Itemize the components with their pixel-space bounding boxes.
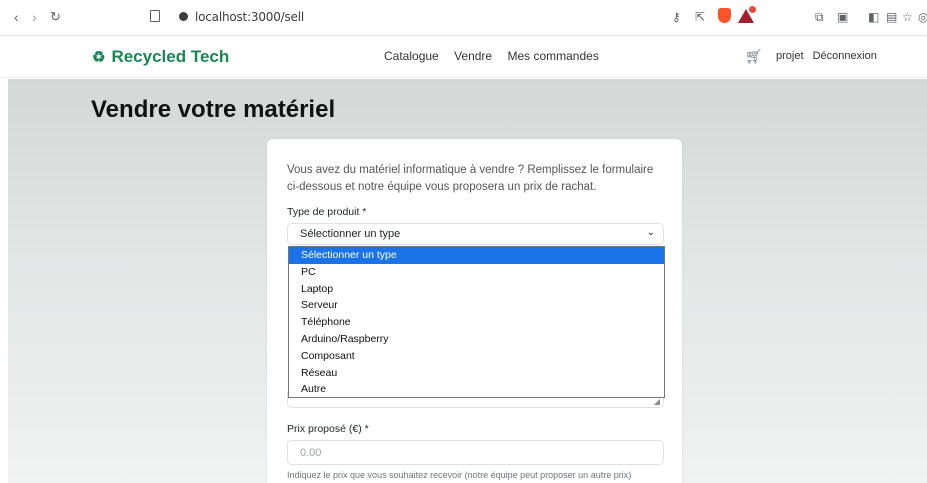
price-label: Prix proposé (€) * [287,423,369,435]
key-icon[interactable]: ⚷ [672,10,681,24]
option-telephone[interactable]: Téléphone [289,314,664,331]
vpn-icon[interactable]: ◎ [918,10,927,24]
brand[interactable]: ♻ Recycled Tech [92,47,229,67]
brand-name: Recycled Tech [111,47,230,66]
product-type-label: Type de produit * [287,206,367,218]
browser-toolbar: ‹ › ↻ localhost:3000/sell ⚷ ⇱ ⧉ ▣ ◧ ▤ ☆ … [0,0,927,36]
option-laptop[interactable]: Laptop [289,281,664,298]
resize-handle-icon[interactable]: ◢ [654,397,660,406]
price-help-text: Indiquez le prix que vous souhaitez rece… [287,470,632,480]
username[interactable]: projet [776,50,804,62]
user-menu: projet Déconnexion [776,50,883,62]
option-serveur[interactable]: Serveur [289,297,664,314]
intro-text: Vous avez du matériel informatique à ven… [287,164,654,193]
site-info-icon[interactable] [179,12,188,21]
sidebar-icon[interactable]: ◧ [868,10,879,24]
brave-shield-icon[interactable] [718,8,731,23]
wallet-icon[interactable]: ▤ [886,10,897,24]
nav-link-catalogue[interactable]: Catalogue [384,49,439,63]
option-pc[interactable]: PC [289,264,664,281]
option-reseau[interactable]: Réseau [289,365,664,382]
share-icon[interactable]: ⇱ [695,10,705,24]
price-placeholder: 0.00 [300,447,322,459]
product-type-select[interactable]: Sélectionner un type ⌄ [287,223,664,245]
extensions-icon[interactable]: ⧉ [815,10,824,25]
product-type-value: Sélectionner un type [300,228,401,240]
address-bar[interactable]: localhost:3000/sell [195,10,304,24]
site-navbar: ♻ Recycled Tech Catalogue Vendre Mes comm… [0,36,927,78]
page-title: Vendre votre matériel [91,96,336,123]
option-autre[interactable]: Autre [289,381,664,398]
product-type-options: Sélectionner un type PC Laptop Serveur T… [288,246,665,398]
back-icon[interactable]: ‹ [14,9,19,25]
nav-link-vendre[interactable]: Vendre [454,49,492,63]
forward-icon[interactable]: › [32,9,37,25]
option-selectionner[interactable]: Sélectionner un type [289,247,664,264]
bookmark-icon[interactable] [150,10,160,22]
price-input[interactable]: 0.00 [287,440,664,465]
recycle-icon: ♻ [92,49,106,66]
option-arduino-raspberry[interactable]: Arduino/Raspberry [289,331,664,348]
notification-badge [749,6,756,13]
chevron-down-icon: ⌄ [646,227,655,238]
main-nav: Catalogue Vendre Mes commandes [384,49,611,63]
reload-icon[interactable]: ↻ [50,9,61,25]
star-icon[interactable]: ☆ [902,10,913,24]
cart-icon[interactable]: 🛒︎ [745,48,763,65]
logout-link[interactable]: Déconnexion [813,50,877,62]
option-composant[interactable]: Composant [289,348,664,365]
screenshot-icon[interactable]: ▣ [837,10,848,24]
nav-link-mes-commandes[interactable]: Mes commandes [507,49,598,63]
